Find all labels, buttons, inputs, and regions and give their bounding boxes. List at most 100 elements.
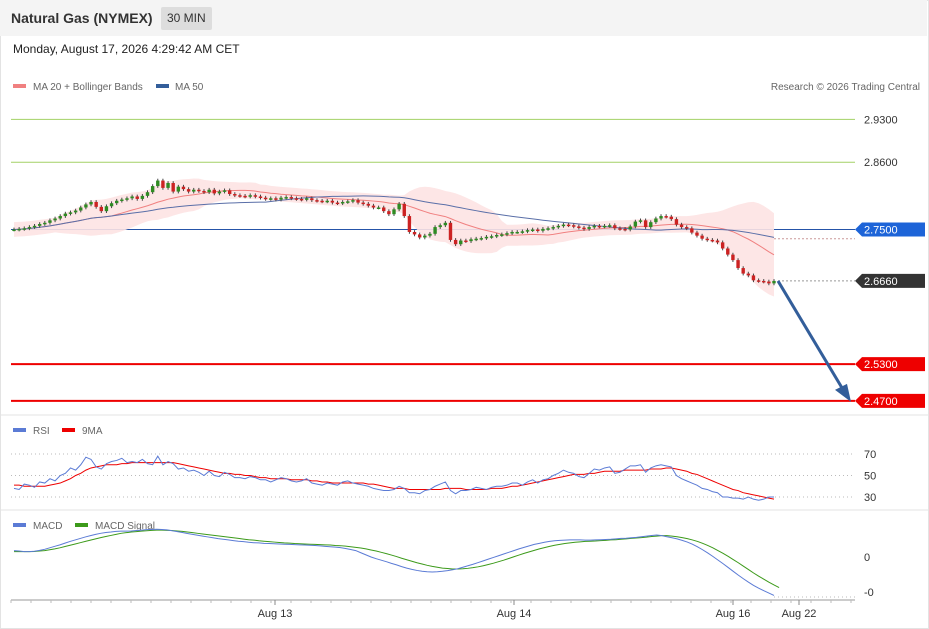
candle-body (392, 209, 396, 215)
candle-body (643, 220, 648, 228)
candle-body (294, 198, 299, 200)
x-tick-label: Aug 13 (258, 608, 293, 620)
candle-body (217, 191, 222, 194)
candle-body (659, 216, 663, 219)
candle-body (423, 235, 427, 238)
candle-body (464, 240, 468, 243)
candle-body (618, 228, 622, 230)
candle-body (515, 231, 519, 234)
candle-body (161, 180, 165, 188)
candle-body (705, 238, 709, 241)
support-tag-label: 2.5300 (864, 359, 898, 371)
candle-body (233, 194, 237, 196)
candle-body (561, 224, 566, 227)
rsi-line (13, 455, 774, 501)
candle-body (361, 202, 365, 205)
rsi-9ma-line (14, 462, 775, 500)
legend-rsi: RSI (33, 426, 50, 437)
candle-body (500, 234, 504, 236)
candle-body (756, 280, 761, 282)
candle-body (741, 268, 745, 274)
candle-body (320, 200, 324, 203)
last-tag-label: 2.6660 (864, 276, 898, 288)
candle-body (32, 225, 37, 228)
candle-body (664, 216, 668, 218)
macd-line (13, 528, 775, 596)
candle-body (274, 198, 278, 200)
candle-body (736, 260, 740, 269)
candle-body (335, 202, 340, 205)
legend-swatch-macd (13, 523, 26, 527)
candle-body (37, 224, 42, 226)
candle-body (448, 222, 453, 240)
candle-body (613, 225, 617, 229)
candle-body (340, 201, 345, 204)
candle-body (22, 228, 26, 230)
candle-body (751, 275, 756, 281)
candle-body (351, 200, 355, 202)
candle-body (89, 201, 93, 205)
candle-body (150, 186, 155, 193)
macd-tick: 0 (864, 552, 870, 564)
candle-body (726, 248, 730, 255)
candle-body (772, 280, 776, 284)
chart-canvas: MA 20 + Bollinger Bands MA 50 Research ©… (1, 82, 928, 620)
legend-swatch-9ma (62, 428, 75, 432)
candle-body (710, 239, 715, 242)
candle-body (356, 200, 360, 203)
x-tick-label: Aug 16 (716, 608, 751, 620)
candle-body (207, 189, 211, 193)
research-credit: Research © 2026 Trading Central (771, 82, 920, 93)
candle-body (176, 186, 181, 192)
candle-body (99, 206, 103, 212)
candle-body (366, 203, 371, 206)
candle-body (536, 229, 540, 232)
candle-body (453, 239, 458, 245)
x-tick-label: Aug 14 (497, 608, 532, 620)
candle-body (212, 189, 216, 194)
candle-body (582, 227, 586, 230)
candle-body (222, 190, 227, 192)
candle-body (289, 197, 293, 199)
candle-body (387, 211, 391, 215)
candle-body (135, 196, 139, 199)
forecast-arrowhead (835, 383, 851, 402)
candle-body (238, 195, 242, 197)
candle-body (556, 225, 561, 228)
candle-body (382, 207, 386, 212)
candle-body (79, 207, 83, 211)
candle-body (417, 234, 422, 238)
candle-body (510, 231, 514, 234)
candle-body (48, 220, 52, 223)
candle-body (489, 236, 494, 238)
candle-body (746, 273, 751, 276)
bollinger-band (14, 178, 774, 297)
candle-body (479, 238, 483, 240)
candle-body (572, 225, 576, 227)
candle-body (484, 236, 489, 239)
candle-body (685, 227, 689, 229)
candle-body (628, 226, 632, 230)
legend-macd: MACD (33, 521, 62, 532)
candle-body (649, 222, 653, 228)
candle-body (181, 186, 186, 190)
candle-body (166, 183, 170, 188)
candle-body (412, 231, 417, 235)
candle-body (12, 229, 16, 232)
candle-body (346, 201, 350, 203)
candle-body (125, 198, 129, 200)
candle-body (592, 225, 596, 228)
candle-body (299, 198, 304, 201)
candle-body (546, 228, 550, 230)
candle-body (145, 192, 150, 196)
candle-body (171, 183, 175, 192)
candle-body (263, 197, 268, 200)
legend-swatch-signal (75, 523, 88, 527)
candle-body (654, 218, 658, 223)
candle-body (551, 227, 555, 229)
candle-body (695, 232, 699, 236)
candle-body (258, 196, 263, 198)
legend-swatch-ma50 (156, 84, 169, 88)
candle-body (674, 219, 679, 225)
macd-tick: -0 (864, 587, 874, 599)
